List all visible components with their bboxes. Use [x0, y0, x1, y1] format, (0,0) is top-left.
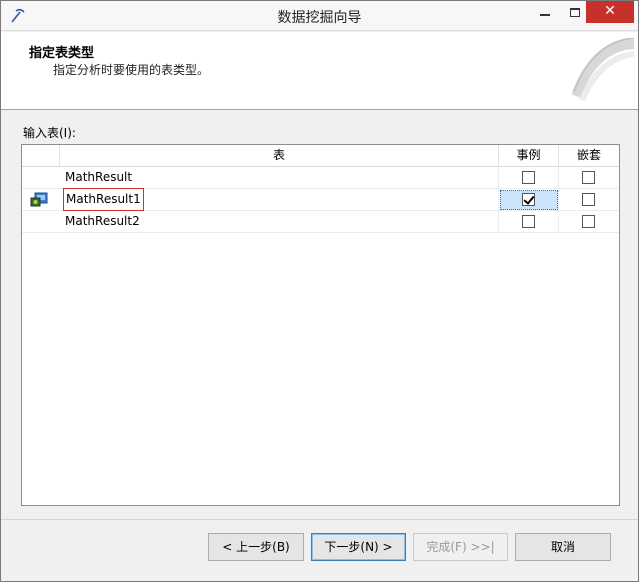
- maximize-button[interactable]: [561, 1, 589, 27]
- page-title: 指定表类型: [29, 46, 95, 61]
- nested-checkbox[interactable]: [582, 215, 595, 228]
- input-tables-label: 输入表(I):: [23, 126, 76, 140]
- wizard-window: 数据挖掘向导 ✕ 指定表类型 指定分析时要使用的表类型。 输入表(I): 表 事…: [0, 0, 639, 582]
- case-checkbox[interactable]: [522, 215, 535, 228]
- table-name: MathResult: [65, 170, 133, 184]
- minimize-icon: [540, 14, 550, 16]
- maximize-icon: [570, 8, 580, 17]
- wizard-header: 指定表类型 指定分析时要使用的表类型。: [1, 32, 638, 110]
- minimize-button[interactable]: [531, 1, 559, 27]
- nested-checkbox[interactable]: [582, 193, 595, 206]
- case-checkbox[interactable]: [522, 171, 535, 184]
- table-row-selected[interactable]: MathResult1: [22, 188, 619, 211]
- column-header-icon: [22, 145, 60, 167]
- cancel-button[interactable]: 取消: [515, 533, 611, 561]
- close-icon: ✕: [604, 3, 616, 19]
- table-row[interactable]: MathResult2: [22, 211, 619, 233]
- column-header-table[interactable]: 表: [60, 145, 499, 167]
- table-row[interactable]: MathResult: [22, 167, 619, 189]
- case-checkbox[interactable]: [522, 193, 535, 206]
- footer-divider: [1, 519, 638, 520]
- close-button[interactable]: ✕: [586, 1, 634, 23]
- title-bar[interactable]: 数据挖掘向导 ✕: [1, 1, 638, 31]
- wizard-banner-graphic: [572, 38, 635, 102]
- column-header-nested[interactable]: 嵌套: [559, 145, 619, 167]
- finish-button[interactable]: 完成(F) >>|: [413, 533, 508, 561]
- table-name: MathResult1: [63, 188, 144, 211]
- column-header-case[interactable]: 事例: [499, 145, 559, 167]
- back-button[interactable]: < 上一步(B): [208, 533, 304, 561]
- input-tables-grid: 表 事例 嵌套 MathResult MathResult1 MathResul…: [21, 144, 620, 506]
- next-button[interactable]: 下一步(N) >: [311, 533, 406, 561]
- case-table-icon: [30, 192, 48, 207]
- table-name: MathResult2: [65, 214, 140, 228]
- nested-checkbox[interactable]: [582, 171, 595, 184]
- page-subtitle: 指定分析时要使用的表类型。: [53, 63, 210, 77]
